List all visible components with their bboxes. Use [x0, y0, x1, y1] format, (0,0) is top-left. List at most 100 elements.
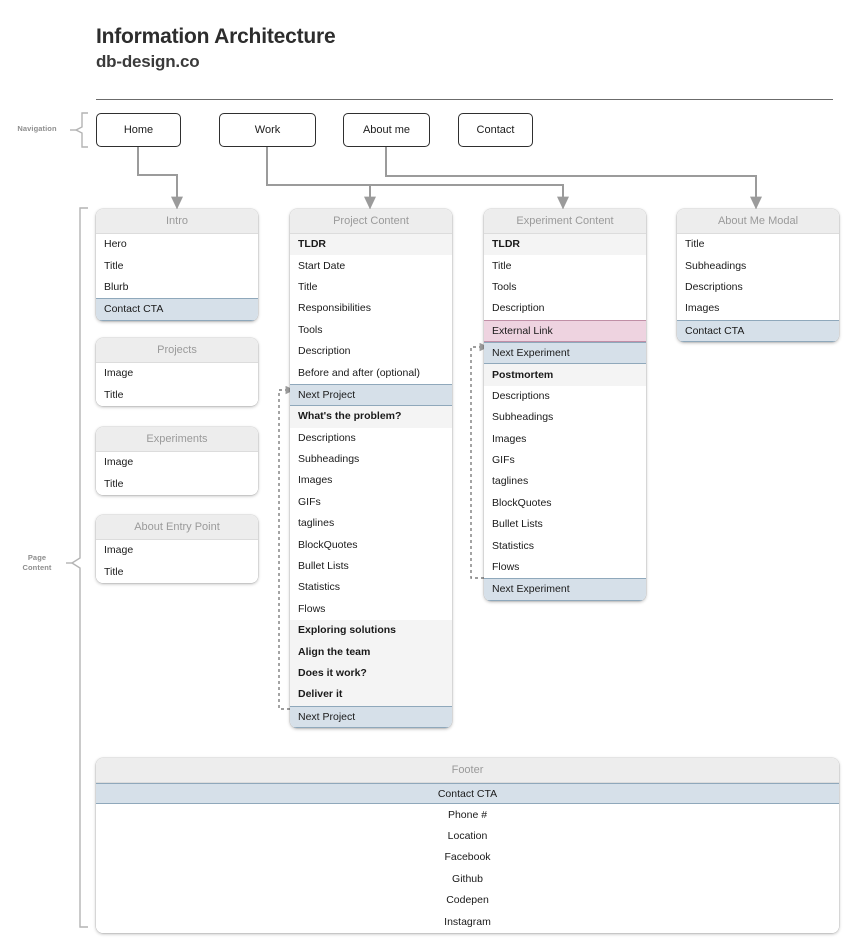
card-projects: Projects Image Title — [96, 338, 258, 406]
nav-item-about-me[interactable]: About me — [343, 113, 430, 147]
list-item-label: Title — [685, 238, 705, 251]
list-item-label: Facebook — [444, 851, 491, 864]
list-item[interactable]: Blurb — [96, 276, 258, 299]
card-intro-rows: Hero Title Blurb Contact CTA — [96, 234, 258, 321]
list-item[interactable]: Subheadings — [484, 407, 646, 429]
nav-item-home[interactable]: Home — [96, 113, 181, 147]
nav-item-contact[interactable]: Contact — [458, 113, 533, 147]
list-item[interactable]: Title — [677, 234, 839, 256]
list-item[interactable]: BlockQuotes — [290, 534, 452, 556]
list-item[interactable]: Title — [484, 255, 646, 277]
list-item[interactable]: Images — [677, 298, 839, 320]
list-item[interactable]: Description — [484, 298, 646, 320]
list-item[interactable]: Align the team — [290, 641, 452, 663]
card-footer: Footer Contact CTA Phone # Location Faceboo… — [96, 758, 839, 933]
list-item[interactable]: Image — [96, 452, 258, 474]
list-item-label: Subheadings — [492, 411, 554, 424]
list-item[interactable]: Descriptions — [290, 427, 452, 449]
list-item[interactable]: What's the problem? — [290, 406, 452, 428]
nav-item-contact-label: Contact — [476, 124, 515, 136]
nav-item-work[interactable]: Work — [219, 113, 316, 147]
list-item-label: Bullet Lists — [298, 560, 349, 573]
list-item[interactable]: Next Project — [290, 383, 452, 407]
diagram-canvas: Information Architecture db-design.co Na… — [0, 0, 846, 941]
list-item-label: Codepen — [446, 894, 489, 907]
list-item[interactable]: Tools — [290, 319, 452, 341]
list-item-label: Subheadings — [685, 259, 747, 272]
card-project-content-title: Project Content — [290, 209, 452, 234]
card-about-me-modal-rows: Title Subheadings Descriptions Images Contac… — [677, 234, 839, 342]
title-divider — [96, 99, 833, 100]
list-item[interactable]: Responsibilities — [290, 298, 452, 320]
list-item-label: BlockQuotes — [492, 496, 552, 509]
list-item[interactable]: Github — [96, 868, 839, 890]
list-item-label: Postmortem — [492, 368, 554, 381]
list-item[interactable]: Contact CTA — [677, 319, 839, 342]
list-item[interactable]: Descriptions — [484, 385, 646, 408]
page-content-brace-label: Page Content — [6, 553, 68, 573]
list-item[interactable]: Title — [290, 276, 452, 299]
list-item[interactable]: Start Date — [290, 255, 452, 277]
list-item[interactable]: Title — [96, 473, 258, 495]
list-item[interactable]: Title — [96, 255, 258, 277]
list-item-label: Description — [298, 345, 351, 358]
list-item[interactable]: taglines — [484, 471, 646, 493]
list-item[interactable]: Subheadings — [677, 255, 839, 277]
list-item-label: TLDR — [298, 238, 326, 251]
list-item[interactable]: External Link — [484, 319, 646, 342]
list-item-label: Github — [452, 872, 483, 885]
list-item[interactable]: Flows — [290, 598, 452, 621]
list-item[interactable]: Bullet Lists — [290, 555, 452, 578]
list-item-label: Flows — [492, 561, 520, 574]
list-item[interactable]: TLDR — [290, 234, 452, 256]
list-item[interactable]: Bullet Lists — [484, 514, 646, 536]
list-item[interactable]: Phone # — [96, 804, 839, 826]
list-item[interactable]: GIFs — [484, 449, 646, 472]
card-experiments-rows: Image Title — [96, 452, 258, 495]
list-item[interactable]: Description — [290, 340, 452, 363]
list-item[interactable]: Statistics — [484, 535, 646, 557]
list-item[interactable]: taglines — [290, 513, 452, 535]
list-item[interactable]: Does it work? — [290, 662, 452, 685]
list-item[interactable]: Instagram — [96, 911, 839, 933]
list-item[interactable]: TLDR — [484, 234, 646, 256]
list-item-label: Responsibilities — [298, 302, 371, 315]
list-item[interactable]: Flows — [484, 556, 646, 579]
list-item[interactable]: Exploring solutions — [290, 620, 452, 642]
nav-item-work-label: Work — [254, 124, 281, 136]
list-item[interactable]: Title — [96, 561, 258, 583]
list-item[interactable]: Next Experiment — [484, 578, 646, 601]
list-item[interactable]: Location — [96, 825, 839, 848]
list-item[interactable]: Facebook — [96, 847, 839, 869]
list-item[interactable]: Postmortem — [484, 364, 646, 386]
list-item-label: Align the team — [298, 645, 371, 658]
list-item[interactable]: BlockQuotes — [484, 492, 646, 515]
list-item[interactable]: Title — [96, 384, 258, 406]
list-item[interactable]: GIFs — [290, 491, 452, 514]
list-item[interactable]: Hero — [96, 234, 258, 256]
list-item-label: BlockQuotes — [298, 538, 358, 551]
list-item[interactable]: Codepen — [96, 889, 839, 912]
list-item[interactable]: Images — [484, 428, 646, 450]
list-item[interactable]: Contact CTA — [96, 298, 258, 321]
card-intro: Intro Hero Title Blurb Contact CTA — [96, 209, 258, 321]
list-item-label: Title — [298, 280, 318, 293]
list-item[interactable]: Image — [96, 540, 258, 562]
list-item-label: Instagram — [444, 915, 491, 928]
list-item-label: Image — [104, 456, 134, 469]
navigation-brace-label: Navigation — [17, 124, 57, 133]
list-item[interactable]: Statistics — [290, 577, 452, 599]
list-item[interactable]: Descriptions — [677, 276, 839, 299]
list-item[interactable]: Images — [290, 470, 452, 492]
list-item[interactable]: Image — [96, 363, 258, 385]
list-item[interactable]: Subheadings — [290, 448, 452, 471]
list-item[interactable]: Next Project — [290, 705, 452, 728]
list-item[interactable]: Deliver it — [290, 684, 452, 706]
list-item-label: Deliver it — [298, 688, 343, 701]
list-item[interactable]: Tools — [484, 276, 646, 299]
list-item-label: Description — [492, 302, 545, 315]
list-item[interactable]: Contact CTA — [96, 783, 839, 805]
list-item[interactable]: Before and after (optional) — [290, 362, 452, 384]
list-item[interactable]: Next Experiment — [484, 341, 646, 365]
page-content-brace-label-line2: Content — [22, 563, 52, 572]
